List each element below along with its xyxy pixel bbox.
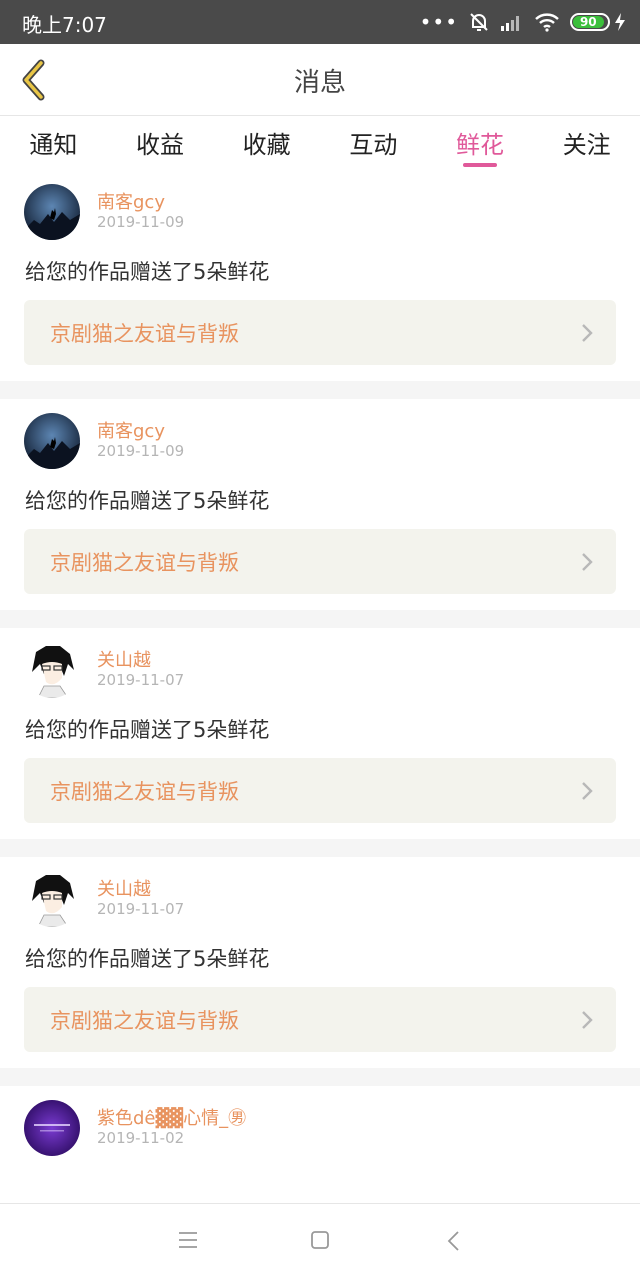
header: 消息 (0, 44, 640, 116)
work-title: 京剧猫之友谊与背叛 (50, 780, 239, 804)
message-date: 2019-11-07 (97, 671, 185, 689)
status-bar: 晚上7:07 ••• 90 (0, 0, 640, 44)
username[interactable]: 紫色dê▓▓心情_㊚ (97, 1104, 246, 1130)
active-tab-indicator (463, 163, 498, 167)
purple-avatar-icon (24, 1100, 80, 1156)
tab-flowers[interactable]: 鲜花 (427, 117, 534, 169)
avatar[interactable] (24, 184, 80, 240)
battery-level: 90 (573, 15, 604, 29)
work-link[interactable]: 京剧猫之友谊与背叛 (24, 987, 616, 1052)
list-item: 南客gcy 2019-11-09 给您的作品赠送了5朵鲜花 京剧猫之友谊与背叛 (0, 399, 640, 610)
tab-favorites[interactable]: 收藏 (213, 117, 320, 169)
divider (0, 610, 640, 628)
message-text: 给您的作品赠送了5朵鲜花 (25, 947, 270, 971)
back-icon[interactable] (446, 1230, 462, 1252)
wolf-night-avatar-icon (24, 413, 80, 469)
wifi-icon (535, 13, 559, 32)
chevron-right-icon (582, 553, 593, 571)
message-text: 给您的作品赠送了5朵鲜花 (25, 489, 270, 513)
wolf-night-avatar-icon (24, 184, 80, 240)
signal-icon (501, 16, 519, 31)
tab-label: 通知 (29, 131, 78, 159)
more-dots-icon: ••• (419, 10, 458, 34)
work-title: 京剧猫之友谊与背叛 (50, 322, 239, 346)
system-nav-bar (0, 1203, 640, 1280)
message-date: 2019-11-09 (97, 442, 185, 460)
tab-label: 收益 (136, 131, 184, 159)
tab-bar: 通知 收益 收藏 互动 鲜花 关注 (0, 117, 640, 169)
message-date: 2019-11-07 (97, 900, 185, 918)
avatar[interactable] (24, 1100, 80, 1156)
message-list[interactable]: 南客gcy 2019-11-09 给您的作品赠送了5朵鲜花 京剧猫之友谊与背叛 … (0, 170, 640, 1203)
tab-label: 鲜花 (456, 131, 505, 159)
list-item: 关山越 2019-11-07 给您的作品赠送了5朵鲜花 京剧猫之友谊与背叛 (0, 857, 640, 1068)
tab-notifications[interactable]: 通知 (0, 117, 107, 169)
page-title: 消息 (293, 68, 346, 98)
status-icons: ••• 90 (420, 8, 626, 36)
username[interactable]: 南客gcy (97, 188, 165, 214)
message-text: 给您的作品赠送了5朵鲜花 (25, 718, 270, 742)
avatar[interactable] (24, 871, 80, 927)
anime-boy-avatar-icon (24, 642, 80, 698)
tab-earnings[interactable]: 收益 (107, 117, 214, 169)
divider (0, 381, 640, 399)
tab-interactions[interactable]: 互动 (320, 117, 427, 169)
menu-icon[interactable] (178, 1230, 198, 1250)
tab-following[interactable]: 关注 (533, 117, 640, 169)
divider (0, 839, 640, 857)
message-date: 2019-11-09 (97, 213, 185, 231)
charging-bolt-icon (615, 13, 625, 31)
tab-label: 收藏 (242, 131, 291, 159)
chevron-right-icon (582, 324, 593, 342)
username[interactable]: 关山越 (97, 646, 151, 672)
status-time: 晚上7:07 (22, 13, 107, 37)
list-item: 紫色dê▓▓心情_㊚ 2019-11-02 (0, 1086, 640, 1203)
work-title: 京剧猫之友谊与背叛 (50, 1009, 239, 1033)
battery-indicator: 90 (570, 12, 626, 32)
message-date: 2019-11-02 (97, 1129, 185, 1147)
work-link[interactable]: 京剧猫之友谊与背叛 (24, 529, 616, 594)
work-link[interactable]: 京剧猫之友谊与背叛 (24, 758, 616, 823)
anime-boy-avatar-icon (24, 871, 80, 927)
list-item: 关山越 2019-11-07 给您的作品赠送了5朵鲜花 京剧猫之友谊与背叛 (0, 628, 640, 839)
bell-muted-icon (470, 13, 488, 31)
avatar[interactable] (24, 413, 80, 469)
avatar[interactable] (24, 642, 80, 698)
username[interactable]: 关山越 (97, 875, 151, 901)
chevron-right-icon (582, 782, 593, 800)
tab-label: 关注 (562, 131, 611, 159)
list-item: 南客gcy 2019-11-09 给您的作品赠送了5朵鲜花 京剧猫之友谊与背叛 (0, 170, 640, 381)
username[interactable]: 南客gcy (97, 417, 165, 443)
work-title: 京剧猫之友谊与背叛 (50, 551, 239, 575)
work-link[interactable]: 京剧猫之友谊与背叛 (24, 300, 616, 365)
home-icon[interactable] (310, 1230, 330, 1250)
chevron-right-icon (582, 1011, 593, 1029)
tab-label: 互动 (349, 131, 398, 159)
message-text: 给您的作品赠送了5朵鲜花 (25, 260, 270, 284)
divider (0, 1068, 640, 1086)
